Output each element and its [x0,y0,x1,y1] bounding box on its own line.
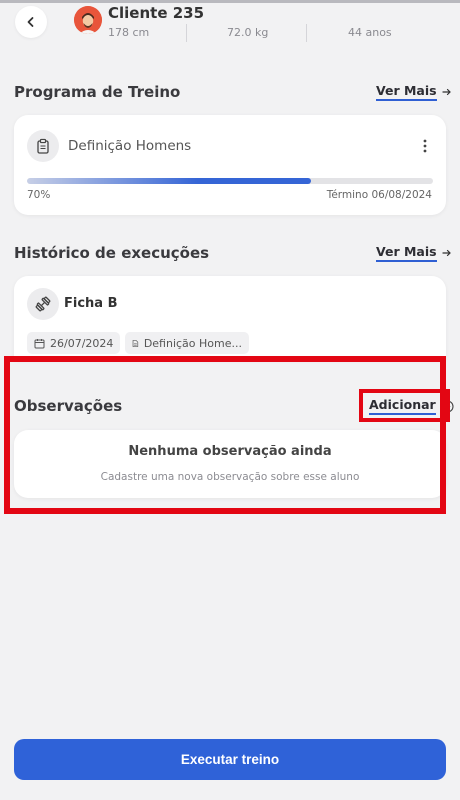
client-name: Cliente 235 [108,4,205,22]
client-weight: 72.0 kg [227,26,269,39]
calendar-icon [34,338,45,348]
more-options-icon[interactable] [418,137,432,155]
avatar [74,6,102,34]
dumbbell-icon [27,288,59,320]
program-more-link[interactable]: Ver Mais [376,83,452,101]
notes-highlight-frame [4,356,446,514]
execute-workout-button[interactable]: Executar treino [14,739,446,780]
add-button-highlight-frame [359,389,450,422]
chevron-left-icon [27,17,34,27]
execution-program-chip: Definição Home... [125,332,249,354]
client-height: 178 cm [108,26,150,39]
execution-date-chip: 26/07/2024 [27,332,121,354]
history-more-link[interactable]: Ver Mais [376,244,452,262]
back-button[interactable] [15,6,47,38]
stat-divider [306,24,307,42]
program-section-title: Programa de Treino [14,83,181,101]
execution-date: 26/07/2024 [50,336,114,350]
execution-program: Definição Home... [143,336,242,350]
arrow-right-icon [441,249,451,257]
program-name: Definição Homens [68,138,192,154]
program-progress-fill [27,178,312,184]
program-progress-bar [27,178,433,184]
clipboard-icon [27,130,59,162]
program-more-label: Ver Mais [376,83,437,101]
arrow-right-icon [441,88,451,96]
sheet-name: Ficha B [64,296,118,311]
stat-divider [186,24,187,42]
progress-percent: 70% [27,189,51,201]
client-age: 44 anos [348,26,392,39]
history-more-label: Ver Mais [376,244,437,262]
program-end-date: Término 06/08/2024 [326,189,432,201]
history-card[interactable]: Ficha B 26/07/2024 Definição Home... [14,276,446,360]
program-card[interactable]: Definição Homens 70% Término 06/08/2024 [14,115,446,215]
document-icon [132,339,139,347]
top-divider [0,0,460,3]
history-section-title: Histórico de execuções [14,244,210,262]
